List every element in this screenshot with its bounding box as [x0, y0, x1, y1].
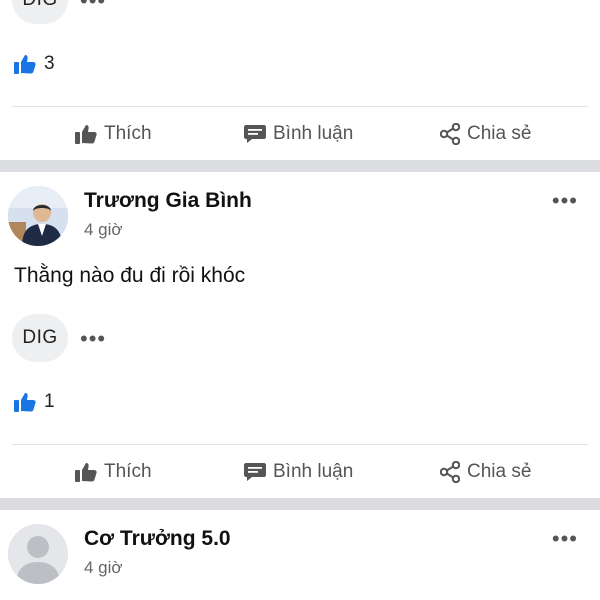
thumbs-up-icon: [14, 393, 36, 412]
divider: [12, 444, 588, 445]
comment-button[interactable]: Bình luận: [244, 461, 353, 483]
post-card-1: DIG ••• 3 Thích Bình luận Chia sẻ: [0, 0, 600, 160]
thumbs-up-icon: [75, 463, 97, 482]
share-button[interactable]: Chia sẻ: [440, 123, 531, 145]
post-time: 4 giờ: [84, 558, 123, 577]
post-card-2: Trương Gia Bình 4 giờ ••• Thằng nào đu đ…: [0, 172, 600, 498]
like-count-value: 3: [44, 53, 55, 74]
post-card-3: Cơ Trưởng 5.0 4 giờ •••: [0, 510, 600, 600]
like-button[interactable]: Thích: [75, 123, 152, 145]
like-button-label: Thích: [104, 123, 152, 144]
like-count[interactable]: 3: [14, 53, 55, 75]
comment-icon: [244, 125, 266, 143]
dig-chip[interactable]: DIG: [12, 314, 68, 362]
post-text: Thằng nào đu đi rồi khóc: [14, 264, 246, 287]
comment-button-label: Bình luận: [273, 123, 354, 144]
comment-icon: [244, 463, 266, 481]
chip-more-button[interactable]: •••: [80, 0, 106, 12]
post-separator: [0, 160, 600, 172]
like-button-label: Thích: [104, 461, 152, 482]
post-separator: [0, 498, 600, 510]
like-count-value: 1: [44, 391, 55, 412]
person-photo-icon: [8, 186, 68, 246]
default-avatar-icon: [8, 524, 68, 584]
divider: [12, 106, 588, 107]
thumbs-up-icon: [75, 125, 97, 144]
share-button-label: Chia sẻ: [467, 461, 532, 482]
dig-chip-label: DIG: [22, 0, 57, 11]
comment-button-label: Bình luận: [273, 461, 354, 482]
thumbs-up-icon: [14, 55, 36, 74]
post-time: 4 giờ: [84, 220, 123, 239]
comment-button[interactable]: Bình luận: [244, 123, 353, 145]
dig-chip-label: DIG: [22, 327, 58, 348]
like-count[interactable]: 1: [14, 391, 55, 413]
dig-chip[interactable]: DIG: [12, 0, 68, 24]
post-more-button[interactable]: •••: [552, 528, 578, 550]
author-name[interactable]: Cơ Trưởng 5.0: [84, 527, 231, 551]
chip-more-button[interactable]: •••: [80, 328, 106, 350]
post-more-button[interactable]: •••: [552, 190, 578, 212]
share-icon: [440, 123, 460, 145]
share-button[interactable]: Chia sẻ: [440, 461, 531, 483]
avatar[interactable]: [8, 186, 68, 246]
avatar[interactable]: [8, 524, 68, 584]
like-button[interactable]: Thích: [75, 461, 152, 483]
share-icon: [440, 461, 460, 483]
share-button-label: Chia sẻ: [467, 123, 532, 144]
author-name[interactable]: Trương Gia Bình: [84, 189, 252, 213]
